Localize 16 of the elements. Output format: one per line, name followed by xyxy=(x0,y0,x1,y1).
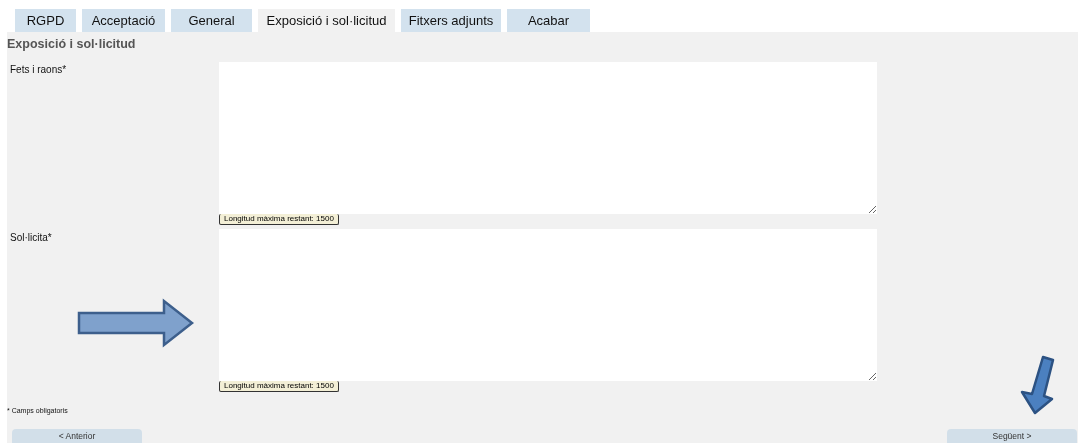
tab[interactable]: Fitxers adjunts xyxy=(401,9,501,32)
tab[interactable]: Exposició i sol·licitud xyxy=(258,9,395,32)
next-button[interactable]: Següent > xyxy=(947,429,1077,443)
text-area[interactable] xyxy=(219,62,877,214)
section-title: Exposició i sol·licitud xyxy=(7,37,137,51)
field-label: Sol·licita* xyxy=(10,231,53,243)
previous-button[interactable]: < Anterior xyxy=(12,429,142,443)
right-arrow-icon xyxy=(76,298,196,348)
tab[interactable]: General xyxy=(171,9,252,32)
tab[interactable]: RGPD xyxy=(15,9,76,32)
field-label: Fets i raons* xyxy=(10,63,68,75)
remaining-length: Longitud màxima restant: 1500 xyxy=(219,381,339,392)
tab[interactable]: Acabar xyxy=(507,9,590,32)
text-area[interactable] xyxy=(219,229,877,381)
remaining-length: Longitud màxima restant: 1500 xyxy=(219,214,339,225)
tab[interactable]: Acceptació xyxy=(82,9,165,32)
